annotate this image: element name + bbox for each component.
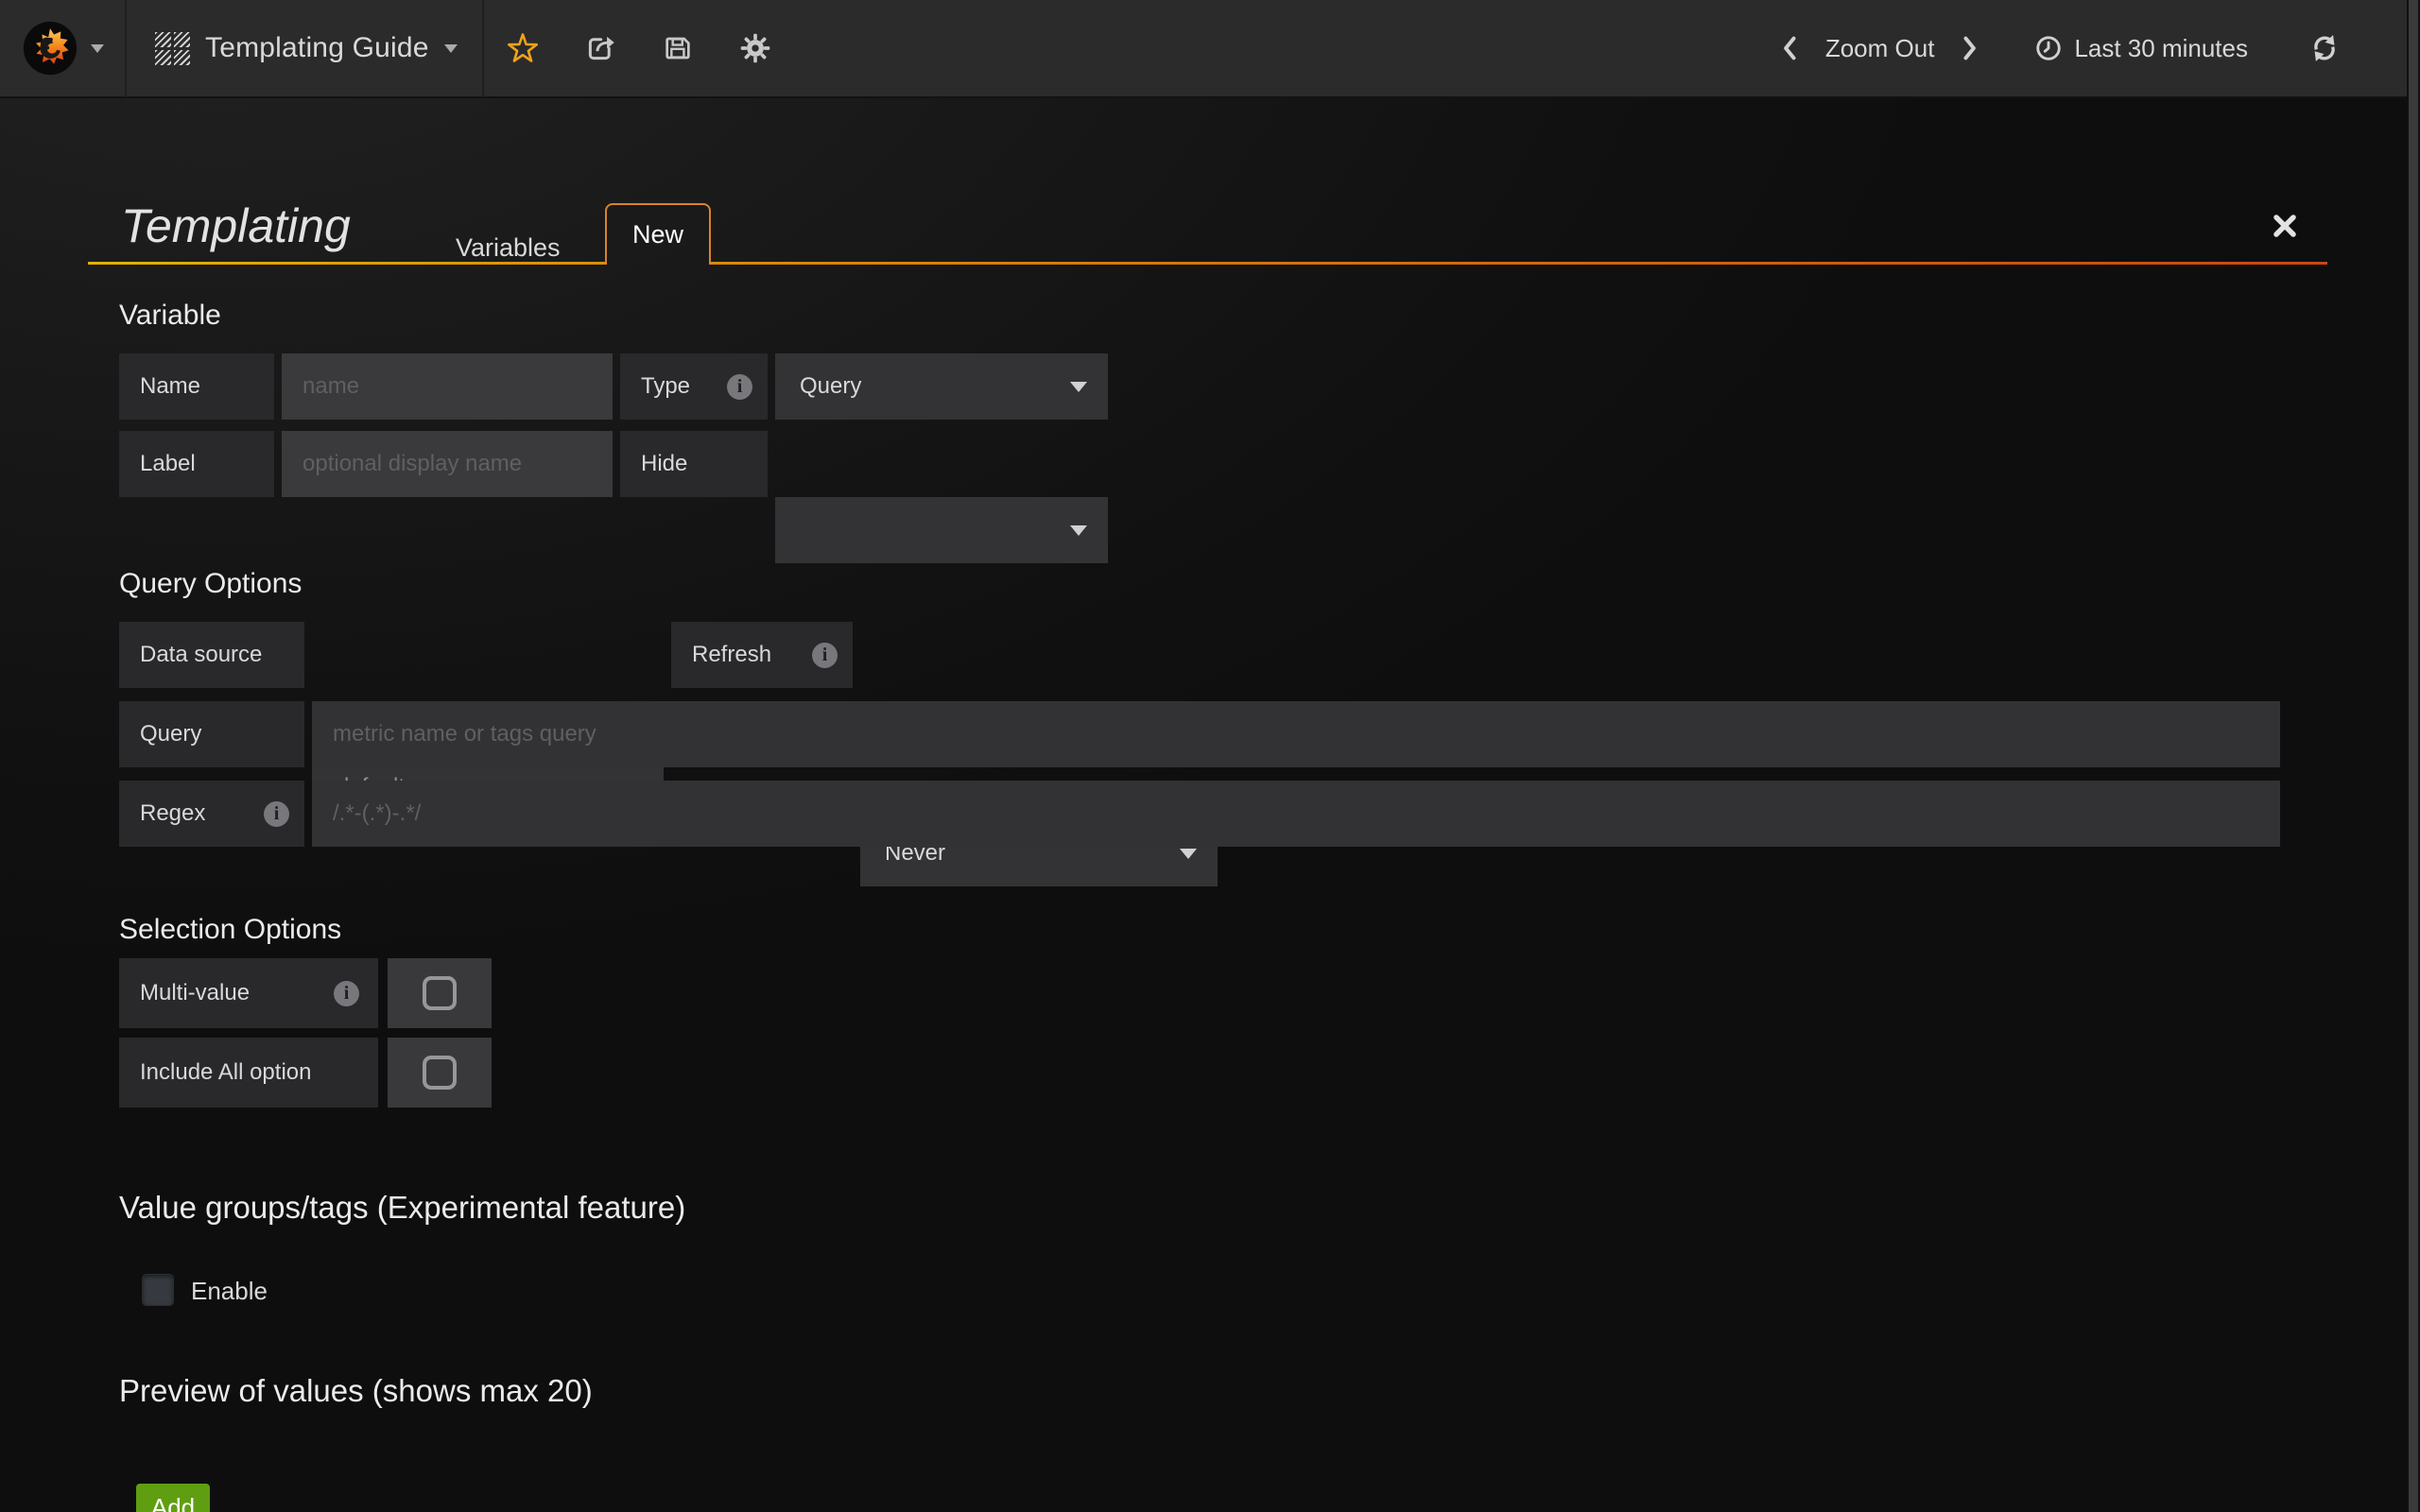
type-select-value: Query bbox=[800, 373, 861, 400]
query-label-text: Query bbox=[140, 721, 201, 747]
label-input[interactable] bbox=[282, 431, 613, 497]
zoom-out-button[interactable]: Zoom Out bbox=[1812, 0, 1948, 97]
chevron-down-icon bbox=[444, 44, 458, 53]
info-icon[interactable]: i bbox=[334, 981, 359, 1006]
tab-underline bbox=[88, 262, 605, 265]
chevron-left-icon bbox=[1782, 36, 1797, 60]
info-icon[interactable]: i bbox=[727, 374, 752, 400]
checkbox-icon bbox=[423, 1056, 457, 1090]
regex-input[interactable] bbox=[312, 781, 2280, 847]
add-button[interactable]: Add bbox=[136, 1484, 210, 1512]
name-label: Name bbox=[119, 353, 274, 420]
hide-select[interactable] bbox=[775, 497, 1108, 563]
regex-label: Regex i bbox=[119, 781, 304, 847]
time-range-button[interactable]: Last 30 minutes bbox=[2021, 0, 2261, 97]
datasource-label-text: Data source bbox=[140, 642, 262, 668]
include-all-label: Include All option bbox=[119, 1038, 378, 1108]
multi-value-label: Multi-value i bbox=[119, 958, 378, 1028]
navbar-timepicker-group: Zoom Out Last 30 minutes bbox=[1767, 0, 2420, 97]
chevron-down-icon bbox=[1070, 525, 1087, 536]
variable-heading: Variable bbox=[119, 299, 221, 333]
multi-value-label-text: Multi-value bbox=[140, 980, 250, 1006]
save-button[interactable] bbox=[639, 0, 717, 97]
preview-heading: Preview of values (shows max 20) bbox=[119, 1372, 593, 1410]
include-all-checkbox[interactable] bbox=[388, 1038, 492, 1108]
refresh-icon bbox=[2309, 33, 2340, 63]
datasource-label: Data source bbox=[119, 622, 304, 688]
tab-new-label: New bbox=[632, 220, 683, 249]
star-icon bbox=[506, 32, 540, 64]
grafana-logo-icon bbox=[23, 21, 78, 76]
refresh-button[interactable] bbox=[2286, 0, 2363, 97]
navbar: Templating Guide bbox=[0, 0, 2420, 98]
value-groups-heading: Value groups/tags (Experimental feature) bbox=[119, 1189, 685, 1227]
chevron-down-icon bbox=[91, 44, 104, 53]
info-icon[interactable]: i bbox=[812, 643, 838, 668]
share-icon bbox=[584, 32, 616, 64]
clock-icon bbox=[2034, 34, 2063, 62]
chevron-down-icon bbox=[1180, 849, 1197, 859]
enable-checkbox[interactable] bbox=[142, 1274, 174, 1306]
regex-label-text: Regex bbox=[140, 800, 205, 827]
scrollbar-track[interactable] bbox=[2407, 0, 2420, 1512]
label-label: Label bbox=[119, 431, 274, 497]
time-range-label: Last 30 minutes bbox=[2074, 34, 2248, 63]
include-all-label-text: Include All option bbox=[140, 1059, 311, 1086]
time-shift-forward-button[interactable] bbox=[1947, 0, 1993, 97]
tab-new[interactable]: New bbox=[605, 203, 711, 265]
name-label-text: Name bbox=[140, 373, 200, 400]
multi-value-checkbox[interactable] bbox=[388, 958, 492, 1028]
refresh-label: Refresh i bbox=[671, 622, 853, 688]
save-icon bbox=[663, 33, 693, 63]
checkbox-icon bbox=[423, 976, 457, 1010]
info-icon[interactable]: i bbox=[264, 801, 289, 827]
star-button[interactable] bbox=[484, 0, 562, 97]
dashboard-grid-icon bbox=[155, 32, 190, 65]
gear-icon bbox=[739, 32, 771, 64]
hide-label: Hide bbox=[620, 431, 768, 497]
settings-button[interactable] bbox=[717, 0, 794, 97]
refresh-label-text: Refresh bbox=[692, 642, 771, 668]
query-input[interactable] bbox=[312, 701, 2280, 767]
org-menu-button[interactable] bbox=[0, 0, 125, 97]
dashboard-title: Templating Guide bbox=[205, 32, 429, 64]
query-options-heading: Query Options bbox=[119, 567, 302, 601]
enable-label: Enable bbox=[191, 1276, 268, 1306]
chevron-right-icon bbox=[1962, 36, 1978, 60]
type-label-text: Type bbox=[641, 373, 690, 400]
share-button[interactable] bbox=[562, 0, 639, 97]
time-shift-back-button[interactable] bbox=[1767, 0, 1812, 97]
selection-options-heading: Selection Options bbox=[119, 913, 341, 947]
dashboard-picker-button[interactable]: Templating Guide bbox=[127, 0, 482, 97]
type-label: Type i bbox=[620, 353, 768, 420]
tab-underline bbox=[711, 262, 2327, 265]
page-title: Templating bbox=[121, 195, 351, 257]
type-select[interactable]: Query bbox=[775, 353, 1108, 420]
close-icon[interactable] bbox=[2271, 212, 2299, 240]
name-input[interactable] bbox=[282, 353, 613, 420]
chevron-down-icon bbox=[1070, 382, 1087, 392]
hide-label-text: Hide bbox=[641, 451, 687, 477]
query-label: Query bbox=[119, 701, 304, 767]
scrollbar-thumb[interactable] bbox=[2409, 0, 2418, 1512]
grafana-app: Templating Guide bbox=[0, 0, 2420, 1512]
label-label-text: Label bbox=[140, 451, 196, 477]
